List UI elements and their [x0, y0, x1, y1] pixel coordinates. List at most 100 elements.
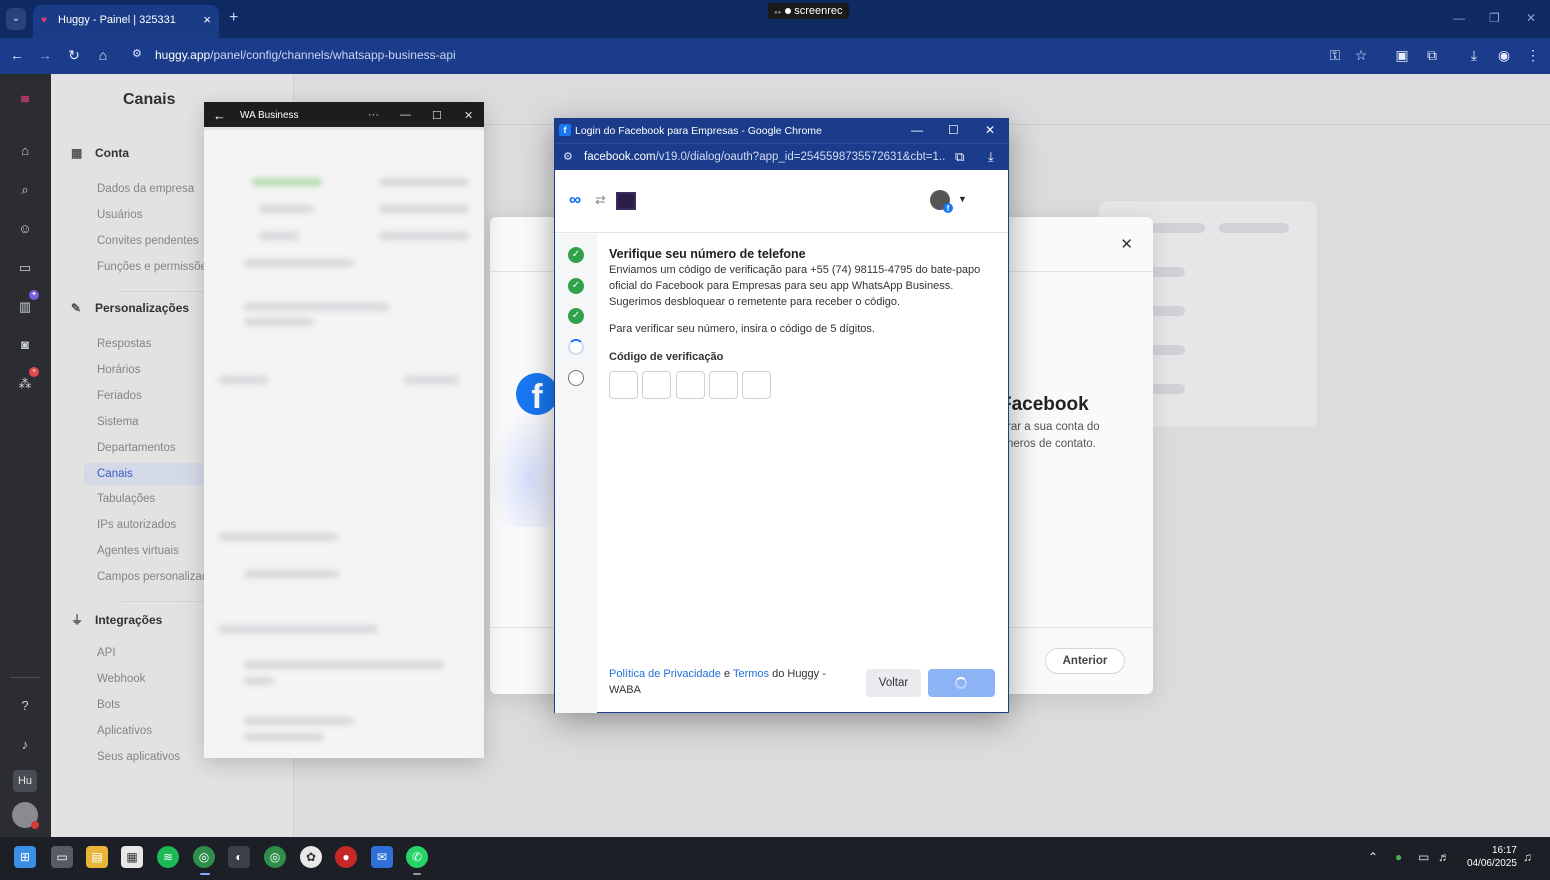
file-explorer-icon[interactable]: ▤ [86, 846, 108, 868]
fb-url-host: facebook.com [584, 151, 656, 163]
terms-link[interactable]: Termos [733, 668, 769, 680]
blurred-line [244, 259, 354, 267]
blurred-line [218, 625, 378, 633]
extension-m-icon[interactable]: ▣ [1393, 46, 1411, 64]
workspace-initials[interactable]: Hu [13, 770, 37, 792]
task-view-icon[interactable]: ▭ [51, 846, 73, 868]
rail-divider [10, 677, 40, 678]
blurred-line [244, 303, 389, 311]
step-loading-icon [568, 339, 584, 355]
clock-time: 16:17 [1491, 845, 1517, 856]
tab-list-chevron-icon[interactable]: ⌄ [6, 8, 26, 30]
apps-icon[interactable]: ⁂ [15, 374, 35, 394]
previous-button[interactable]: Anterior [1045, 648, 1125, 674]
window-close-icon[interactable]: ✕ [985, 123, 995, 137]
search-icon[interactable]: ⌕ [15, 180, 35, 200]
app-rail: ≋ ⌂ ⌕ ☺ ▭ ▥ ✦ ◙ ⁂ + ? ♪ Hu [0, 74, 51, 837]
app-icon[interactable]: ◐ [228, 846, 250, 868]
blurred-line [244, 733, 324, 741]
chat-icon[interactable]: ▭ [15, 258, 35, 278]
home-icon[interactable]: ⌂ [94, 46, 112, 64]
password-key-icon[interactable]: ⚿ [1326, 46, 1344, 64]
windows-start-icon[interactable]: ⊞ [14, 846, 36, 868]
code-digit-input[interactable] [676, 371, 705, 399]
site-settings-icon[interactable]: ⚙ [132, 47, 142, 60]
volume-icon[interactable]: ♬ [1438, 850, 1450, 864]
home-icon[interactable]: ⌂ [15, 141, 35, 161]
next-button-loading[interactable] [928, 669, 995, 697]
new-tab-button[interactable]: + [229, 10, 238, 26]
bot-icon[interactable]: ◙ [15, 335, 35, 355]
chrome-icon[interactable]: ◎ [193, 846, 215, 868]
system-clock[interactable]: 16:17 04/06/2025 [1463, 844, 1517, 870]
blurred-line [404, 376, 459, 384]
window-maximize-icon[interactable]: ❐ [1489, 11, 1500, 25]
extensions-puzzle-icon[interactable]: ⧉ [1423, 46, 1441, 64]
chrome-profile-icon[interactable]: ◎ [264, 846, 286, 868]
fb-url-text[interactable]: facebook.com/v19.0/dialog/oauth?app_id=2… [584, 151, 946, 163]
reload-icon[interactable]: ↻ [65, 46, 83, 64]
browser-menu-icon[interactable]: ⋮ [1524, 46, 1542, 64]
bell-icon[interactable]: ♪ [15, 735, 35, 755]
help-icon[interactable]: ? [15, 696, 35, 716]
more-options-icon[interactable]: ··· [368, 109, 379, 121]
facebook-favicon-icon: f [559, 124, 571, 136]
profile-avatar-icon[interactable]: ◉ [1495, 46, 1513, 64]
step-done-check-icon: ✓ [568, 278, 584, 294]
blurred-line [244, 717, 354, 725]
contacts-icon[interactable]: ☺ [15, 219, 35, 239]
huggy-favicon-icon: ♥ [41, 15, 47, 26]
blurred-line [244, 661, 444, 669]
spotify-icon[interactable]: ≋ [157, 846, 179, 868]
back-button[interactable]: Voltar [866, 669, 921, 697]
address-bar[interactable]: huggy.app/panel/config/channels/whatsapp… [155, 48, 456, 62]
blurred-line [259, 232, 299, 240]
code-digit-input[interactable] [742, 371, 771, 399]
fb-window-title: Login do Facebook para Empresas - Google… [575, 125, 822, 137]
forward-arrow-icon[interactable]: → [36, 46, 54, 64]
outlook-icon[interactable]: ✉ [371, 846, 393, 868]
tray-chevron-up-icon[interactable]: ⌃ [1368, 850, 1378, 864]
recorder-icon[interactable]: ● [335, 846, 357, 868]
window-minimize-icon[interactable]: — [911, 123, 923, 137]
modal-close-icon[interactable]: ✕ [1120, 235, 1133, 253]
facebook-description: rar a sua conta do neros de contato. [1007, 421, 1100, 450]
window-maximize-icon[interactable]: ☐ [432, 109, 442, 122]
open-in-browser-icon[interactable]: ⧉ [955, 149, 964, 165]
browser-tab-huggy[interactable]: ♥ Huggy - Painel | 325331 × [33, 5, 219, 38]
code-digit-input[interactable] [609, 371, 638, 399]
download-icon[interactable]: ⤓ [988, 149, 994, 165]
bookmark-star-icon[interactable]: ☆ [1352, 46, 1370, 64]
whatsapp-icon[interactable]: ✆ [406, 846, 428, 868]
fb-profile-avatar[interactable] [930, 190, 953, 213]
network-icon[interactable]: ▭ [1418, 850, 1429, 864]
tab-close-icon[interactable]: × [203, 12, 211, 27]
code-digit-input[interactable] [709, 371, 738, 399]
blurred-line [244, 677, 274, 685]
facebook-heading: Facebook [1000, 394, 1089, 415]
chevron-down-icon[interactable]: ▼ [958, 194, 967, 204]
back-arrow-icon[interactable]: ← [8, 46, 26, 64]
window-minimize-icon[interactable]: — [400, 109, 411, 121]
window-maximize-icon[interactable]: ☐ [948, 123, 959, 137]
store-icon[interactable]: ▦ [121, 846, 143, 868]
window-close-icon[interactable]: ✕ [1526, 11, 1536, 25]
back-arrow-icon[interactable]: ← [213, 108, 226, 123]
reports-icon[interactable]: ▥ [15, 297, 35, 317]
blurred-line [379, 205, 469, 213]
code-digit-input[interactable] [642, 371, 671, 399]
legal-links: Política de Privacidade e Termos do Hugg… [609, 666, 849, 698]
downloads-icon[interactable]: ⤓ [1465, 46, 1483, 64]
tab-title: Huggy - Painel | 325331 [58, 14, 176, 26]
privacy-policy-link[interactable]: Política de Privacidade [609, 668, 721, 680]
photos-icon[interactable]: ✿ [300, 846, 322, 868]
notification-bell-icon[interactable]: ♫ [1523, 850, 1532, 864]
site-settings-icon[interactable]: ⚙ [563, 150, 573, 163]
microphone-icon[interactable]: ● [1395, 850, 1402, 864]
user-avatar[interactable] [12, 802, 39, 829]
window-minimize-icon[interactable]: — [1453, 11, 1465, 25]
meta-logo-icon: ∞ [569, 190, 582, 209]
window-close-icon[interactable]: ✕ [464, 109, 473, 122]
windows-taskbar: ⊞ ▭ ▤ ▦ ≋ ◎ ◐ ◎ ✿ ● ✉ ✆ ⌃ ● ▭ ♬ 16:17 04… [0, 837, 1550, 880]
wa-window-title: WA Business [240, 110, 299, 121]
